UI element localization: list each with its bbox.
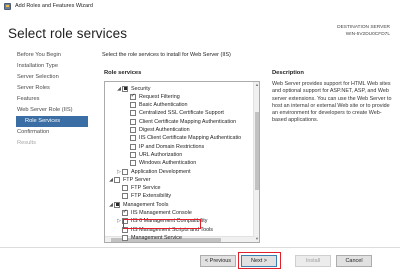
tree-checkbox[interactable]	[122, 168, 128, 175]
tree-checkbox[interactable]	[130, 118, 136, 125]
tree-checkbox[interactable]	[130, 143, 136, 150]
tree-checkbox[interactable]	[114, 176, 120, 183]
tree-row-label: Application Development	[131, 168, 191, 175]
tree-row-label: Client Certificate Mapping Authenticatio…	[139, 118, 237, 125]
tree-checkbox[interactable]	[130, 110, 136, 117]
scroll-up-icon[interactable]: ▲	[254, 82, 259, 88]
nav-item-web-server-role-iis[interactable]: Web Server Role (IIS)	[0, 105, 96, 116]
install-button: Install	[295, 255, 331, 267]
tree-row-label: Request Filtering	[139, 93, 180, 100]
tree-row-label: URL Authorization	[139, 151, 183, 158]
wizard-navigation: Before You Begin Installation Type Server …	[0, 50, 96, 149]
tree-checkbox[interactable]: ✓	[130, 93, 136, 100]
scrollbar-thumb[interactable]	[255, 112, 259, 190]
previous-button[interactable]: < Previous	[200, 255, 236, 267]
next-button-highlight	[238, 252, 281, 269]
destination-label: DESTINATION SERVER	[337, 25, 390, 30]
tree-checkbox[interactable]	[130, 135, 136, 142]
tree-checkbox[interactable]	[114, 201, 120, 208]
tree-row-label: IP and Domain Restrictions	[139, 143, 205, 150]
tree-row-label: FTP Extensibility	[131, 193, 172, 200]
vertical-scrollbar[interactable]: ▲ ▼	[253, 82, 259, 242]
nav-item-server-selection[interactable]: Server Selection	[0, 72, 96, 83]
tree-checkbox[interactable]	[130, 160, 136, 167]
tree-row-label: Management Service	[131, 234, 182, 241]
tree-checkbox[interactable]	[130, 151, 136, 158]
tree-row-label: Digest Authentication	[139, 127, 190, 133]
server-wizard-icon	[4, 2, 11, 10]
tree-checkbox[interactable]: ✓	[122, 210, 128, 216]
tree-checkbox[interactable]	[130, 102, 136, 109]
role-services-heading: Role services	[104, 70, 142, 76]
tree-row-label: IIS Management Console	[131, 210, 192, 216]
tree-row-label: FTP Server	[123, 176, 151, 183]
tree-checkbox[interactable]	[122, 234, 128, 241]
instruction-text: Select the role services to install for …	[102, 52, 231, 58]
iis-management-console-highlight	[123, 219, 201, 229]
tree-checkbox[interactable]	[130, 127, 136, 133]
tree-row-label: Windows Authentication	[139, 160, 197, 167]
tree-checkbox[interactable]	[122, 193, 128, 200]
tree-row-label: Security	[131, 85, 151, 92]
description-heading: Description	[272, 70, 304, 76]
title-bar: Add Roles and Features Wizard	[0, 0, 400, 12]
tree-row-label: Basic Authentication	[139, 102, 188, 109]
destination-server-name: WIN-5V2DU0CFD7L	[345, 31, 390, 37]
tree-checkbox[interactable]	[122, 185, 128, 192]
nav-item-features[interactable]: Features	[0, 94, 96, 105]
nav-item-server-roles[interactable]: Server Roles	[0, 83, 96, 94]
tree-row-label: Management Tools	[123, 201, 169, 208]
nav-item-installation-type[interactable]: Installation Type	[0, 61, 96, 72]
tree-row-label: FTP Service	[131, 185, 161, 192]
nav-item-before-you-begin[interactable]: Before You Begin	[0, 50, 96, 61]
role-description: Web Server provides support for HTML Web…	[272, 81, 392, 124]
tree-row-label: Centralized SSL Certificate Support	[139, 110, 224, 117]
page-title: Select role services	[8, 26, 128, 41]
tree-checkbox[interactable]	[122, 85, 128, 92]
nav-item-results: Results	[17, 140, 36, 146]
nav-item-role-services[interactable]: Role Services	[16, 116, 88, 127]
tree-row-label: IIS Client Certificate Mapping Authentic…	[139, 135, 242, 142]
destination-server-info: DESTINATION SERVER WIN-5V2DU0CFD7L	[337, 25, 390, 38]
window-title: Add Roles and Features Wizard	[15, 3, 93, 9]
footer-divider	[0, 247, 400, 248]
tree-row[interactable]: Management Service	[116, 233, 182, 242]
nav-item-confirmation[interactable]: Confirmation	[0, 127, 96, 138]
cancel-button[interactable]: Cancel	[336, 255, 372, 267]
